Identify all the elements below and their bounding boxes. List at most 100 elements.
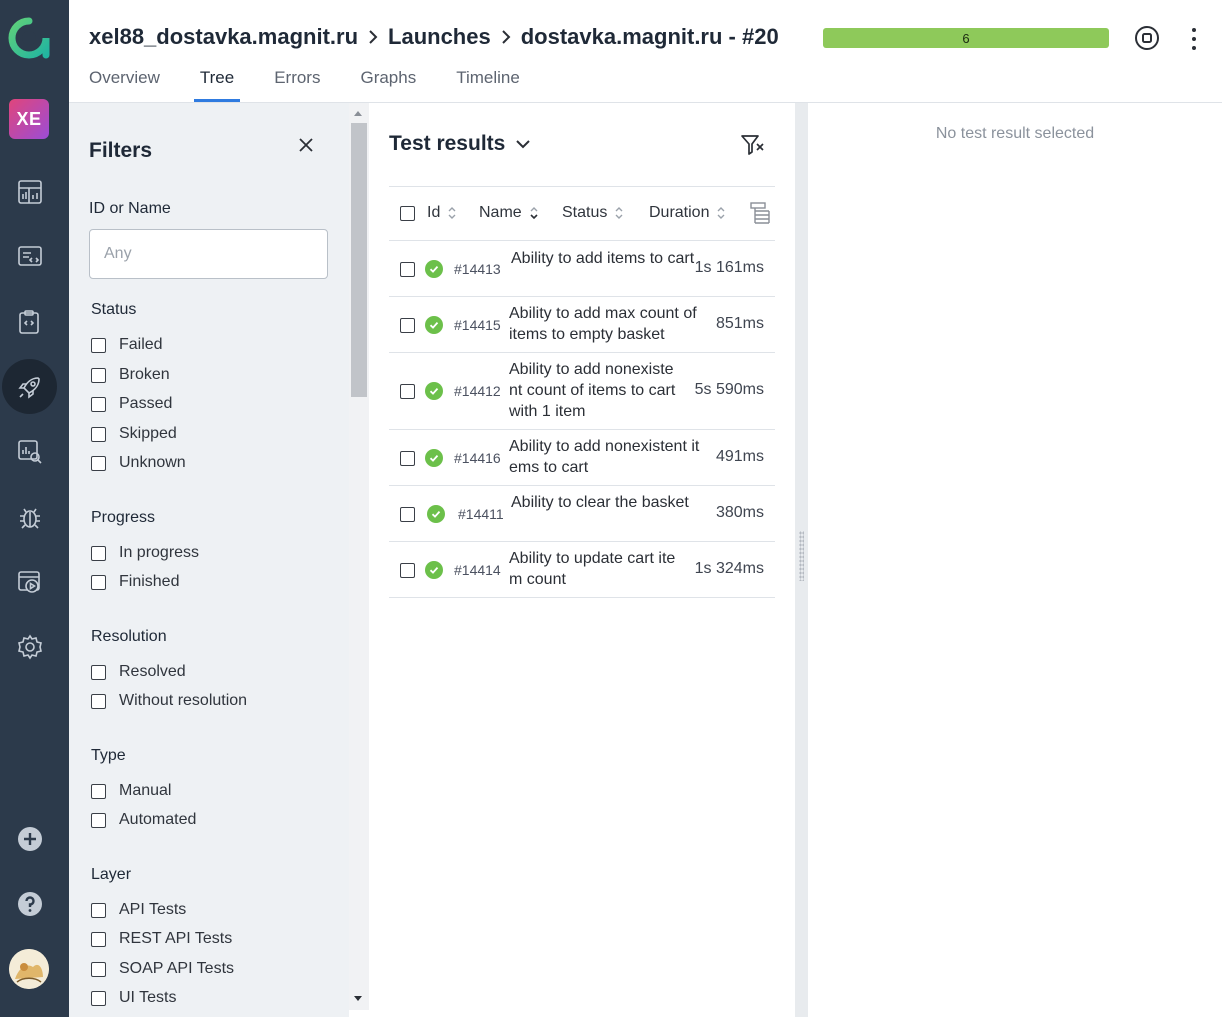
results-table: Id Name Status Duration #14413 Ability t… [389,186,775,598]
checkbox[interactable] [91,664,106,680]
status-passed-checkbox[interactable]: Passed [91,395,172,413]
tab-graphs[interactable]: Graphs [360,68,416,102]
resolution-without-checkbox[interactable]: Without resolution [91,692,247,710]
test-results-dropdown[interactable]: Test results [389,132,531,156]
checkbox[interactable] [91,931,106,947]
table-row[interactable]: #14414 Ability to update cart item count… [389,542,775,598]
progress-in-progress-checkbox[interactable]: In progress [91,544,199,562]
checkbox[interactable] [91,961,106,977]
scrollbar-thumb[interactable] [351,123,367,397]
checkbox[interactable] [91,902,106,918]
scroll-down-arrow-icon[interactable] [354,996,362,1001]
layer-api-checkbox[interactable]: API Tests [91,901,186,919]
progress-finished-checkbox[interactable]: Finished [91,573,179,591]
row-id: #14411 [458,506,504,522]
avatar[interactable] [9,949,49,989]
stop-launch-button[interactable] [1133,24,1161,52]
checkbox-label: SOAP API Tests [119,960,235,977]
checkbox[interactable] [91,574,106,590]
dashboards-nav-item[interactable] [2,164,57,219]
test-plans-nav-item[interactable] [2,294,57,349]
filters-title: Filters [89,139,153,162]
launches-nav-item[interactable] [2,359,57,414]
type-manual-checkbox[interactable]: Manual [91,782,171,800]
checkbox[interactable] [91,812,106,828]
checkbox[interactable] [91,337,106,353]
table-row[interactable]: #14411 Ability to clear the basket 380ms [389,486,775,542]
checkbox[interactable] [91,693,106,709]
tab-overview[interactable]: Overview [89,68,160,102]
breadcrumb: xel88_dostavka.magnit.ru Launches dostav… [89,24,779,50]
checkbox-label: API Tests [119,901,187,918]
layer-rest-api-checkbox[interactable]: REST API Tests [91,930,232,948]
jobs-nav-item[interactable] [2,554,57,609]
settings-nav-item[interactable] [2,619,57,674]
help-icon [17,891,42,916]
tab-tree[interactable]: Tree [193,68,241,102]
checkbox[interactable] [91,783,106,799]
row-checkbox[interactable] [400,262,415,277]
resolution-resolved-checkbox[interactable]: Resolved [91,663,186,681]
breadcrumb-project[interactable]: xel88_dostavka.magnit.ru [89,24,358,50]
tab-timeline[interactable]: Timeline [456,68,520,102]
column-id[interactable]: Id [427,204,457,222]
row-name: Ability to add items to cart [511,250,695,267]
table-row[interactable]: #14416 Ability to add nonexistent items … [389,430,775,486]
clear-filters-button[interactable] [740,133,766,157]
row-name: Ability to clear the basket [511,494,689,511]
checkbox-label: Broken [119,366,170,383]
checkbox[interactable] [91,426,106,442]
checkbox[interactable] [91,990,106,1006]
close-filters-button[interactable] [296,135,316,155]
row-checkbox[interactable] [400,451,415,466]
workspace-badge[interactable]: XE [9,99,49,139]
help-nav-button[interactable] [2,876,57,931]
allure-logo[interactable] [8,17,50,59]
test-cases-nav-item[interactable] [2,229,57,284]
sort-icon [716,205,726,221]
row-checkbox[interactable] [400,563,415,578]
checkbox-label: Finished [119,573,180,590]
breadcrumb-launches[interactable]: Launches [388,24,491,50]
defects-icon [19,508,40,529]
column-settings-button[interactable] [749,201,773,230]
checkbox[interactable] [91,455,106,471]
defects-nav-item[interactable] [2,489,57,544]
add-nav-button[interactable] [2,811,57,866]
checkbox[interactable] [91,367,106,383]
status-unknown-checkbox[interactable]: Unknown [91,454,186,472]
scroll-up-arrow-icon[interactable] [354,111,362,116]
checkbox[interactable] [91,545,106,561]
chevron-right-icon [491,28,521,46]
layer-ui-checkbox[interactable]: UI Tests [91,989,177,1007]
test-result-detail-panel: No test result selected [808,103,1222,1017]
table-row[interactable]: #14412 Ability to add nonexistent count … [389,353,775,430]
column-duration[interactable]: Duration [649,204,726,222]
status-skipped-checkbox[interactable]: Skipped [91,425,177,443]
more-menu-button[interactable] [1185,26,1203,52]
table-row[interactable]: #14415 Ability to add max count of items… [389,297,775,353]
tab-errors[interactable]: Errors [274,68,320,102]
row-checkbox[interactable] [400,507,415,522]
drag-handle-icon[interactable] [799,531,804,581]
id-or-name-input[interactable] [89,229,328,279]
status-broken-checkbox[interactable]: Broken [91,366,170,384]
checkbox-label: Manual [119,782,172,799]
column-name[interactable]: Name [479,204,539,222]
type-filter-title: Type [91,747,126,764]
column-status[interactable]: Status [562,204,624,222]
status-failed-checkbox[interactable]: Failed [91,336,163,354]
launches-icon [17,376,40,399]
filters-scrollbar[interactable] [349,103,369,1010]
analytics-nav-item[interactable] [2,424,57,479]
select-all-checkbox[interactable] [400,206,415,221]
type-automated-checkbox[interactable]: Automated [91,811,196,829]
checkbox[interactable] [91,396,106,412]
launch-progress-bar[interactable]: 6 [823,28,1109,48]
row-checkbox[interactable] [400,384,415,399]
panel-splitter[interactable] [795,103,808,1017]
table-row[interactable]: #14413 Ability to add items to cart 1s 1… [389,241,775,297]
row-checkbox[interactable] [400,318,415,333]
sort-icon [614,205,624,221]
layer-soap-api-checkbox[interactable]: SOAP API Tests [91,960,234,978]
